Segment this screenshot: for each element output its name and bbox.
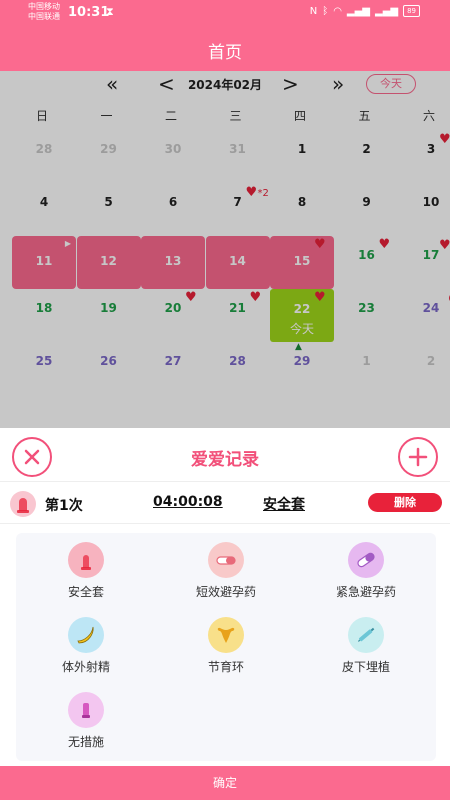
option-label: 体外射精 — [61, 660, 110, 674]
option-label: 节育环 — [207, 660, 244, 674]
option-pill[interactable]: 短效避孕药 — [156, 533, 296, 603]
option-implant[interactable]: 皮下埋植 — [296, 608, 436, 678]
option-uterus[interactable]: 节育环 — [156, 608, 296, 678]
uterus-icon — [208, 617, 244, 653]
battery-icon: 89 — [403, 5, 420, 17]
record-row: 第1次 04:00:08 安全套 删除 — [0, 482, 450, 524]
record-count: 第1次 — [45, 498, 83, 514]
sheet-header: 爱爱记录 — [0, 428, 450, 482]
sheet-title: 爱爱记录 — [191, 450, 259, 470]
record-method[interactable]: 安全套 — [263, 494, 305, 514]
status-time: 10:31 — [68, 5, 110, 20]
option-label: 短效避孕药 — [195, 585, 256, 599]
condom-icon — [10, 491, 36, 517]
hourglass-icon: ⧗ — [106, 5, 114, 18]
option-label: 安全套 — [67, 585, 104, 599]
carrier-info: 中国移动 中国联通 — [28, 2, 60, 22]
record-sheet: 爱爱记录 第1次 04:00:08 安全套 删除 安全套 短效避孕药 紧急避孕药 体外… — [0, 428, 450, 766]
signal-icon: ▂▄▆ — [346, 5, 370, 17]
contraception-options: 安全套 短效避孕药 紧急避孕药体外射精 节育环 皮下埋植无措施 — [16, 533, 436, 761]
option-label: 紧急避孕药 — [335, 585, 396, 599]
signal-2-icon: ▂▄▆ — [375, 5, 399, 17]
option-capsule[interactable]: 紧急避孕药 — [296, 533, 436, 603]
add-record-button[interactable] — [398, 437, 438, 477]
banana-icon — [68, 617, 104, 653]
delete-button[interactable]: 删除 — [368, 493, 442, 512]
carrier-1: 中国移动 — [28, 2, 60, 11]
page-title: 首页 — [208, 43, 242, 63]
pill-icon — [208, 542, 244, 578]
dim-overlay[interactable] — [0, 71, 450, 428]
nfc-icon: N — [309, 5, 318, 17]
system-icons: N ᛒ ◠ ▂▄▆ ▂▄▆ 89 — [310, 5, 420, 17]
option-label: 皮下埋植 — [341, 660, 390, 674]
record-time[interactable]: 04:00:08 — [153, 494, 223, 510]
option-condom[interactable]: 安全套 — [16, 533, 156, 603]
carrier-2: 中国联通 — [28, 12, 60, 21]
condom-icon — [68, 542, 104, 578]
bluetooth-icon: ᛒ — [322, 5, 329, 17]
status-bar: 中国移动 中国联通 10:31 ⧗ N ᛒ ◠ ▂▄▆ ▂▄▆ 89 — [0, 0, 450, 26]
app-header: 首页 — [0, 26, 450, 71]
capsule-icon — [348, 542, 384, 578]
wifi-icon: ◠ — [333, 5, 342, 17]
implant-icon — [348, 617, 384, 653]
none-icon — [68, 692, 104, 728]
option-banana[interactable]: 体外射精 — [16, 608, 156, 678]
option-label: 无措施 — [67, 735, 104, 749]
confirm-button[interactable]: 确定 — [0, 766, 450, 800]
option-none[interactable]: 无措施 — [16, 683, 156, 753]
plus-icon — [408, 447, 428, 467]
